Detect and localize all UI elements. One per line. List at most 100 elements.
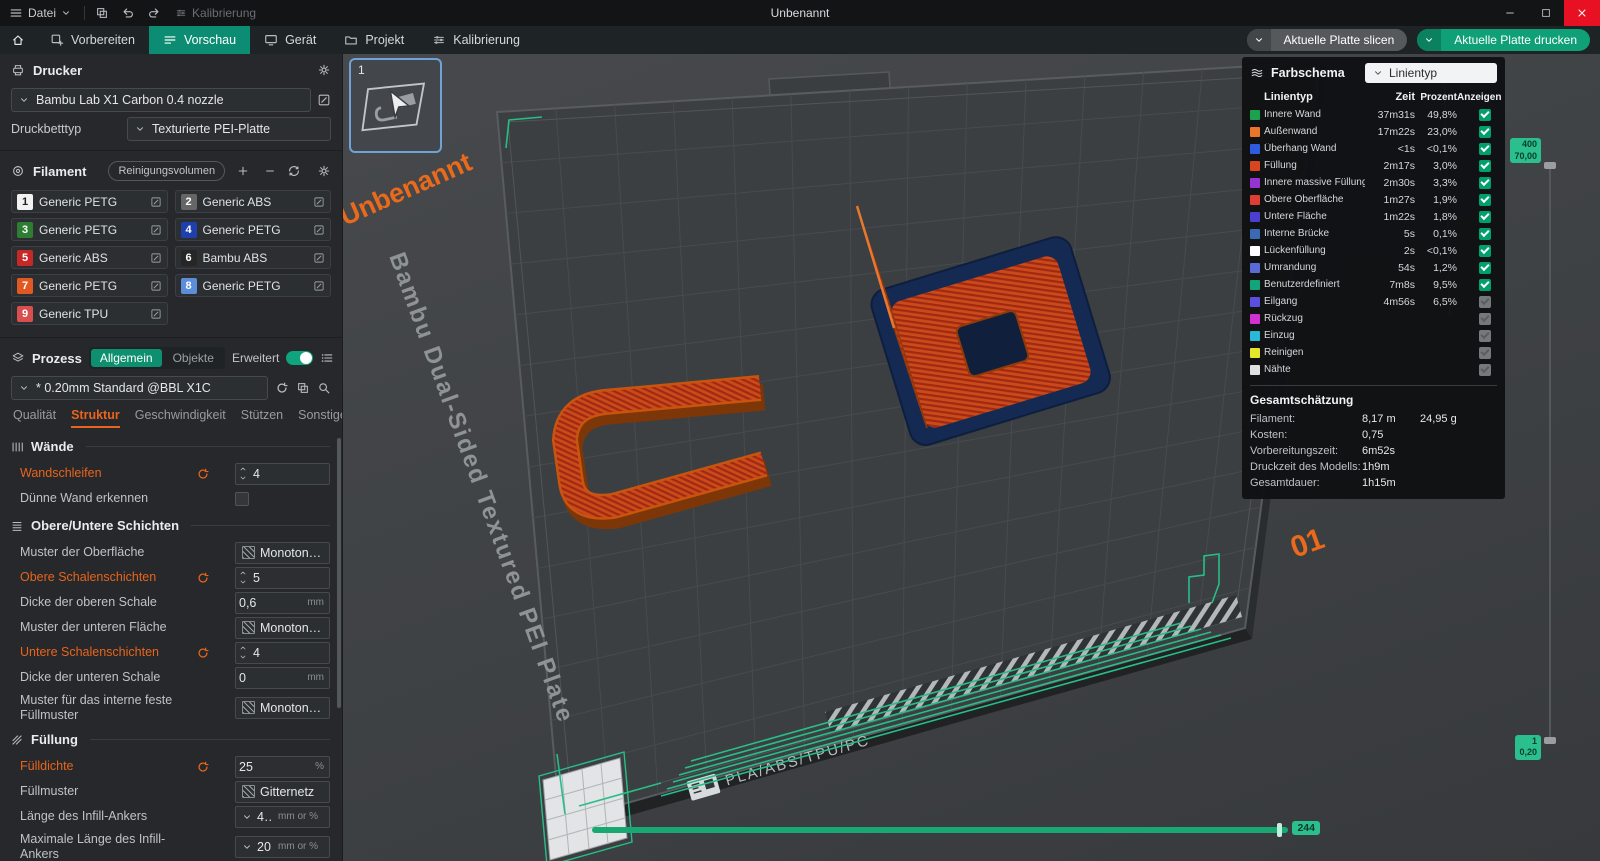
edit-filament-icon[interactable] bbox=[313, 196, 325, 208]
remove-filament-button[interactable] bbox=[260, 161, 279, 181]
flushing-volumes-button[interactable]: Reinigungsvolumen bbox=[108, 161, 225, 181]
print-options-dropdown[interactable] bbox=[1417, 29, 1441, 51]
settings-list-icon[interactable] bbox=[320, 351, 334, 365]
line-type-visibility-checkbox[interactable] bbox=[1479, 347, 1491, 359]
line-type-visibility-checkbox[interactable] bbox=[1479, 194, 1491, 206]
edit-filament-icon[interactable] bbox=[150, 196, 162, 208]
infill-density-input[interactable]: 25 % bbox=[235, 756, 330, 778]
move-progress-slider[interactable]: 244 bbox=[592, 827, 1288, 833]
internal-solid-pattern-select[interactable]: Monotonisch bbox=[235, 697, 330, 719]
line-type-visibility-checkbox[interactable] bbox=[1479, 313, 1491, 325]
viewport-3d[interactable]: Bambu Dual-Sided Textured PEI Plate Unbe… bbox=[343, 54, 1600, 861]
filament-slot[interactable]: 8 Generic PETG bbox=[175, 274, 332, 297]
wall-loops-spinner[interactable]: 4 bbox=[235, 463, 330, 485]
line-type-visibility-checkbox[interactable] bbox=[1479, 177, 1491, 189]
printer-settings-gear-icon[interactable] bbox=[317, 63, 331, 77]
move-slider-handle[interactable] bbox=[1277, 823, 1282, 837]
infill-anchor-max-select[interactable]: 20 mm or % bbox=[235, 836, 330, 858]
tab-calibration[interactable]: Kalibrierung bbox=[418, 26, 534, 54]
top-shell-spinner[interactable]: 5 bbox=[235, 567, 330, 589]
search-settings-icon[interactable] bbox=[317, 381, 331, 395]
plate-thumbnail[interactable]: 1 bbox=[349, 58, 442, 153]
reset-preset-icon[interactable] bbox=[275, 381, 289, 395]
file-menu[interactable]: Datei bbox=[0, 0, 80, 26]
process-tab[interactable]: Qualität bbox=[13, 408, 56, 428]
bed-type-select[interactable]: Texturierte PEI-Platte bbox=[127, 117, 331, 141]
thin-wall-checkbox[interactable] bbox=[235, 492, 249, 506]
infill-pattern-select[interactable]: Gitternetz bbox=[235, 781, 330, 803]
segment-global[interactable]: Allgemein bbox=[91, 349, 162, 367]
filament-slot[interactable]: 6 Bambu ABS bbox=[175, 246, 332, 269]
line-type-visibility-checkbox[interactable] bbox=[1479, 211, 1491, 223]
edit-filament-icon[interactable] bbox=[150, 280, 162, 292]
advanced-toggle[interactable] bbox=[286, 351, 313, 365]
maximize-button[interactable] bbox=[1528, 0, 1564, 26]
edit-filament-icon[interactable] bbox=[150, 308, 162, 320]
edit-filament-icon[interactable] bbox=[313, 280, 325, 292]
edit-filament-icon[interactable] bbox=[150, 252, 162, 264]
tab-device[interactable]: Gerät bbox=[250, 26, 330, 54]
filament-settings-gear-icon[interactable] bbox=[317, 164, 331, 178]
color-scheme-select[interactable]: Linientyp bbox=[1365, 63, 1497, 83]
line-type-visibility-checkbox[interactable] bbox=[1479, 364, 1491, 376]
line-type-visibility-checkbox[interactable] bbox=[1479, 228, 1491, 240]
slice-plate-button[interactable]: Aktuelle Platte slicen bbox=[1247, 29, 1408, 51]
filament-slot[interactable]: 9 Generic TPU bbox=[11, 302, 168, 325]
line-type-visibility-checkbox[interactable] bbox=[1479, 262, 1491, 274]
spinner-arrows[interactable] bbox=[236, 569, 250, 586]
filament-slot[interactable]: 7 Generic PETG bbox=[11, 274, 168, 297]
line-type-visibility-checkbox[interactable] bbox=[1479, 330, 1491, 342]
line-type-visibility-checkbox[interactable] bbox=[1479, 245, 1491, 257]
redo-button[interactable] bbox=[141, 0, 167, 26]
line-type-visibility-checkbox[interactable] bbox=[1479, 296, 1491, 308]
segment-objects[interactable]: Objekte bbox=[164, 349, 223, 367]
line-type-visibility-checkbox[interactable] bbox=[1479, 126, 1491, 138]
reset-value-icon[interactable] bbox=[196, 646, 210, 660]
spinner-arrows[interactable] bbox=[236, 644, 250, 661]
edit-filament-icon[interactable] bbox=[313, 224, 325, 236]
sync-filament-icon[interactable] bbox=[287, 164, 301, 178]
reset-value-icon[interactable] bbox=[196, 760, 210, 774]
filament-slot[interactable]: 3 Generic PETG bbox=[11, 218, 168, 241]
process-tab[interactable]: Sonstiges bbox=[298, 408, 343, 428]
edit-filament-icon[interactable] bbox=[150, 224, 162, 236]
plate-button[interactable] bbox=[89, 0, 115, 26]
spinner-arrows[interactable] bbox=[236, 465, 250, 482]
printer-select[interactable]: Bambu Lab X1 Carbon 0.4 nozzle bbox=[11, 88, 311, 112]
add-filament-button[interactable] bbox=[233, 161, 252, 181]
layer-range-slider[interactable]: 400 70,00 1 0,20 bbox=[1549, 164, 1551, 742]
process-tab[interactable]: Stützen bbox=[241, 408, 283, 428]
top-shell-thickness-input[interactable]: 0,6 mm bbox=[235, 592, 330, 614]
tab-prepare[interactable]: Vorbereiten bbox=[36, 26, 149, 54]
bottom-surface-pattern-select[interactable]: Monotonisch bbox=[235, 617, 330, 639]
edit-printer-icon[interactable] bbox=[317, 93, 331, 107]
filament-slot[interactable]: 2 Generic ABS bbox=[175, 190, 332, 213]
layer-slider-bottom-handle[interactable] bbox=[1544, 737, 1556, 744]
slice-options-dropdown[interactable] bbox=[1247, 29, 1271, 51]
filament-slot[interactable]: 1 Generic PETG bbox=[11, 190, 168, 213]
close-button[interactable] bbox=[1564, 0, 1600, 26]
edit-filament-icon[interactable] bbox=[313, 252, 325, 264]
print-plate-button[interactable]: Aktuelle Platte drucken bbox=[1417, 29, 1590, 51]
tab-project[interactable]: Projekt bbox=[330, 26, 418, 54]
tab-preview[interactable]: Vorschau bbox=[149, 26, 250, 54]
filament-slot[interactable]: 4 Generic PETG bbox=[175, 218, 332, 241]
top-surface-pattern-select[interactable]: Monotonisc... bbox=[235, 542, 330, 564]
line-type-visibility-checkbox[interactable] bbox=[1479, 279, 1491, 291]
layer-slider-top-handle[interactable] bbox=[1544, 162, 1556, 169]
line-type-visibility-checkbox[interactable] bbox=[1479, 143, 1491, 155]
line-type-visibility-checkbox[interactable] bbox=[1479, 109, 1491, 121]
bottom-shell-thickness-input[interactable]: 0 mm bbox=[235, 667, 330, 689]
tab-home[interactable] bbox=[0, 26, 36, 54]
filament-slot[interactable]: 5 Generic ABS bbox=[11, 246, 168, 269]
infill-anchor-select[interactable]: 400% mm or % bbox=[235, 806, 330, 828]
bottom-shell-spinner[interactable]: 4 bbox=[235, 642, 330, 664]
minimize-button[interactable] bbox=[1492, 0, 1528, 26]
reset-value-icon[interactable] bbox=[196, 467, 210, 481]
undo-button[interactable] bbox=[115, 0, 141, 26]
reset-value-icon[interactable] bbox=[196, 571, 210, 585]
line-type-visibility-checkbox[interactable] bbox=[1479, 160, 1491, 172]
process-tab[interactable]: Struktur bbox=[71, 408, 120, 428]
params-scrollbar[interactable] bbox=[337, 438, 341, 708]
process-tab[interactable]: Geschwindigkeit bbox=[135, 408, 226, 428]
